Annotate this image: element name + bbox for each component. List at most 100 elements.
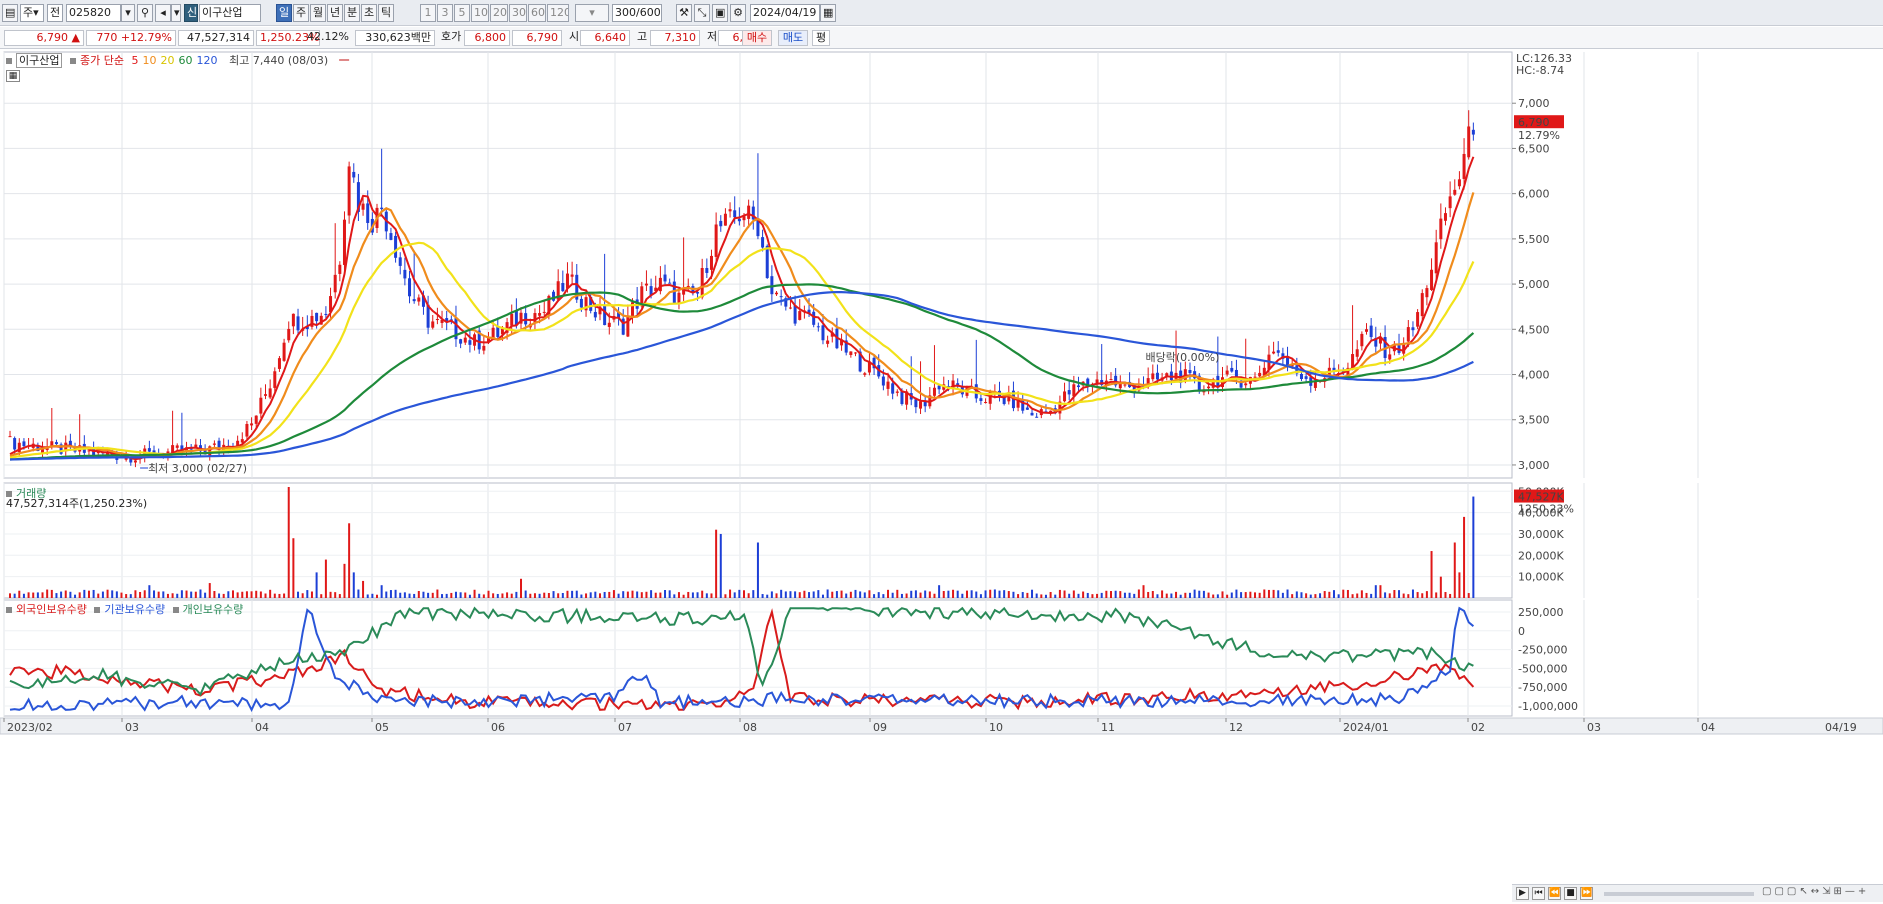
menu-icon[interactable]: ▤ xyxy=(2,4,18,22)
candle-body xyxy=(1253,376,1257,378)
buy-button[interactable]: 매수 xyxy=(742,30,772,46)
period-value: 주 xyxy=(23,6,34,19)
candle-body xyxy=(1360,333,1364,347)
candle-body xyxy=(1276,350,1280,353)
candle-body xyxy=(1035,416,1039,418)
grid-toggle-icon[interactable]: ▦ xyxy=(6,70,20,82)
candle-body xyxy=(1304,376,1308,379)
ma-period-60: 60 xyxy=(178,54,193,67)
chart-tool-icons[interactable]: ▢▢▢↖↔⇲⊞—+ xyxy=(1762,886,1869,897)
volume-bar xyxy=(454,591,457,598)
volume-bar xyxy=(1249,591,1252,598)
candle-body xyxy=(394,235,398,258)
mode-select[interactable]: 전 xyxy=(47,4,63,22)
minute-interval-button[interactable]: 3 xyxy=(437,4,453,22)
scroll-next-icon[interactable]: ⏩ xyxy=(1580,887,1593,900)
x-axis-label: 03 xyxy=(125,721,139,734)
minute-interval-button[interactable]: 20 xyxy=(490,4,508,22)
minute-interval-button[interactable]: 1 xyxy=(420,4,436,22)
stock-chart[interactable]: 2023/02 03 04 05 06 07 08 09 10 11 12 2024/01 02 03 04… xyxy=(0,50,1883,904)
timeframe-button[interactable]: 분 xyxy=(344,4,360,22)
candle-body xyxy=(417,297,421,302)
avg-button[interactable]: 평 xyxy=(812,30,830,46)
volume-bar xyxy=(148,585,151,598)
timeframe-button[interactable]: 년 xyxy=(327,4,343,22)
volume-bar xyxy=(752,590,755,598)
volume-bar xyxy=(664,590,667,598)
volume-bar xyxy=(1063,590,1066,598)
volume-bar xyxy=(1309,594,1312,598)
volume-bar xyxy=(450,592,453,598)
speaker-icon[interactable]: ◂ xyxy=(155,4,171,22)
volume-bar xyxy=(993,589,996,598)
candle-body xyxy=(240,439,244,443)
minute-interval-button[interactable]: 10 xyxy=(471,4,489,22)
timeframe-button[interactable]: 초 xyxy=(361,4,377,22)
date-field[interactable]: 2024/04/19 xyxy=(750,4,820,22)
minute-interval-button[interactable]: 60 xyxy=(528,4,546,22)
scroll-play-icon[interactable]: ▶ xyxy=(1516,887,1529,900)
foreign-holdings-label: 외국인보유수량 xyxy=(16,603,87,616)
volume-y-label: 20,000K xyxy=(1518,549,1564,562)
speaker-dropdown-icon[interactable]: ▾ xyxy=(171,4,181,22)
candle-body xyxy=(709,255,713,270)
timeframe-button[interactable]: 일 xyxy=(276,4,292,22)
scroll-track[interactable] xyxy=(1604,892,1754,896)
stock-code-input[interactable]: 025820 xyxy=(66,4,121,22)
candle-body xyxy=(1416,312,1420,327)
custom-interval-select[interactable]: ▾ xyxy=(575,4,609,22)
minute-interval-button[interactable]: 5 xyxy=(454,4,470,22)
volume-bar xyxy=(208,583,211,598)
volume-bar xyxy=(324,559,327,598)
volume-bar xyxy=(770,591,773,598)
scroll-stop-icon[interactable]: ■ xyxy=(1564,887,1577,900)
save-icon[interactable]: ▣ xyxy=(712,4,728,22)
volume-bar xyxy=(1193,589,1196,598)
candle-body xyxy=(463,337,467,343)
volume-bar xyxy=(194,591,197,598)
volume-bar xyxy=(687,591,690,598)
timeframe-button[interactable]: 주 xyxy=(293,4,309,22)
minute-interval-button[interactable]: 120 xyxy=(547,4,569,22)
data-count-field[interactable]: 300/600 xyxy=(612,4,662,22)
volume-bar xyxy=(1003,590,1006,598)
candle-body xyxy=(259,397,263,414)
candle-body xyxy=(775,292,779,295)
volume-bar xyxy=(334,592,337,598)
gear-icon[interactable]: ⚙ xyxy=(730,4,746,22)
volume-bar xyxy=(413,593,416,598)
search-icon[interactable]: ⚲ xyxy=(137,4,153,22)
chart-settings-icon[interactable]: ⚒ xyxy=(676,4,692,22)
volume-bar xyxy=(385,591,388,598)
scroll-first-icon[interactable]: ⏮ xyxy=(1532,887,1545,900)
candle-body xyxy=(1067,390,1071,395)
chart-area[interactable]: 2023/02 03 04 05 06 07 08 09 10 11 12 2024/01 02 03 04… xyxy=(0,50,1883,904)
price-y-label: 3,000 xyxy=(1518,459,1550,472)
x-axis-label: 09 xyxy=(873,721,887,734)
candle-body xyxy=(380,207,384,210)
volume-bar xyxy=(496,593,499,598)
volume-bar xyxy=(1314,594,1317,598)
stock-name-field[interactable]: 이구산업 xyxy=(199,4,261,22)
volume-bar xyxy=(905,593,908,598)
candle-body xyxy=(561,283,565,292)
candle-body xyxy=(728,209,732,212)
timeframe-button[interactable]: 월 xyxy=(310,4,326,22)
code-dropdown-icon[interactable]: ▾ xyxy=(121,4,135,22)
period-select[interactable]: 주▾ xyxy=(20,4,44,22)
sell-button[interactable]: 매도 xyxy=(778,30,808,46)
volume-bar xyxy=(1467,593,1470,598)
volume-bar xyxy=(115,591,118,598)
volume-bar xyxy=(766,594,769,598)
candle-body xyxy=(1369,325,1373,338)
volume-bar xyxy=(106,589,109,598)
timeframe-button[interactable]: 틱 xyxy=(378,4,394,22)
resize-icon[interactable]: ⤡ xyxy=(694,4,710,22)
minute-interval-button[interactable]: 30 xyxy=(509,4,527,22)
volume-bar xyxy=(27,592,30,598)
volume-bar xyxy=(1463,516,1466,598)
candle-body xyxy=(891,383,895,394)
calendar-icon[interactable]: ▦ xyxy=(820,4,836,22)
volume-bar xyxy=(840,590,843,598)
scroll-prev-icon[interactable]: ⏪ xyxy=(1548,887,1561,900)
